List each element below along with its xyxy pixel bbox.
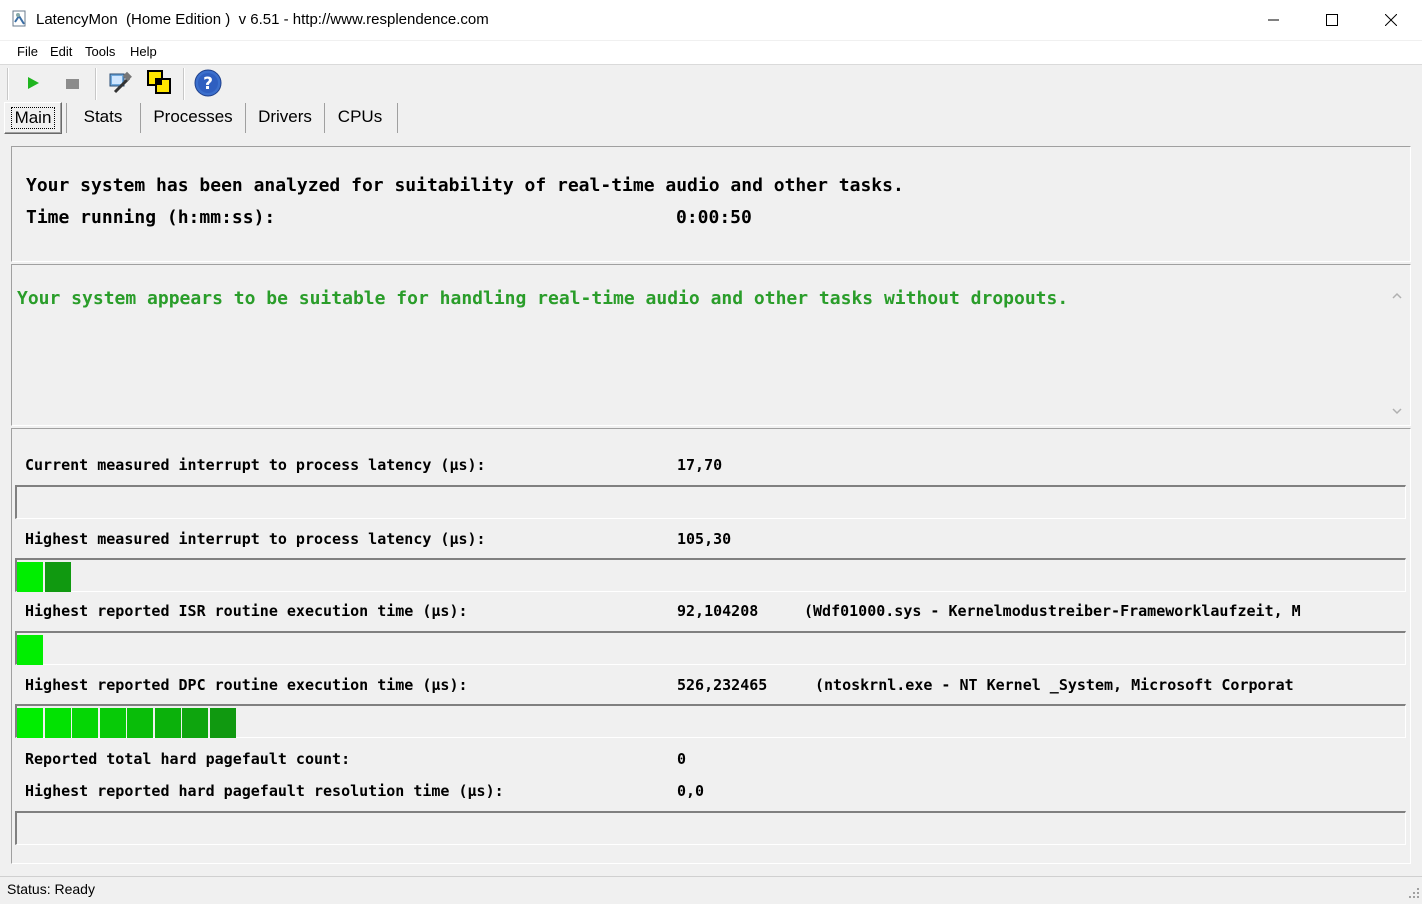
time-running-value: 0:00:50 (676, 207, 752, 228)
tab-separator (66, 103, 67, 133)
svg-text:?: ? (203, 74, 213, 94)
tab-processes-label: Processes (153, 107, 233, 126)
tab-main-label: Main (10, 107, 56, 129)
analyze-button[interactable] (106, 69, 134, 97)
meter-segment (127, 708, 153, 738)
pagefault-time-bar (15, 811, 1406, 845)
tab-stats[interactable]: Stats (72, 102, 134, 132)
meter-segment (44, 562, 71, 592)
tab-separator (324, 103, 325, 133)
menu-edit[interactable]: Edit (50, 44, 72, 59)
menu-help-label: Help (130, 44, 157, 59)
scroll-down-icon (1392, 408, 1402, 415)
menu-edit-label: Edit (50, 44, 73, 59)
current-latency-bar (15, 485, 1406, 519)
play-icon (28, 77, 39, 89)
meter-segment (72, 708, 98, 738)
isr-value: 92,104208 (677, 602, 759, 620)
help-button[interactable]: ? (194, 69, 222, 97)
summary-text: Your system has been analyzed for suitab… (26, 175, 904, 196)
highest-latency-bar (15, 558, 1406, 592)
summary-panel (11, 146, 1411, 262)
dpc-bar (15, 704, 1406, 738)
toolbar-separator (95, 68, 97, 100)
tab-drivers-label: Drivers (258, 107, 312, 126)
stop-button[interactable] (58, 69, 86, 97)
windows-icon (147, 70, 171, 94)
windows-button[interactable] (146, 69, 174, 97)
menu-file[interactable]: File (17, 44, 38, 59)
close-button[interactable] (1362, 0, 1420, 40)
tab-separator (140, 103, 141, 133)
help-icon: ? (194, 69, 222, 97)
verdict-text: Your system appears to be suitable for h… (17, 288, 1069, 309)
maximize-button[interactable] (1303, 0, 1361, 40)
pagefault-count-label: Reported total hard pagefault count: (25, 750, 351, 768)
pagefault-time-label: Highest reported hard pagefault resoluti… (25, 782, 504, 800)
verdict-scrollbar[interactable] (1388, 286, 1406, 420)
menu-bar (0, 40, 1422, 65)
isr-driver: (Wdf01000.sys - Kernelmodustreiber-Frame… (804, 602, 1301, 620)
window-title: LatencyMon (Home Edition ) v 6.51 - http… (36, 11, 489, 28)
isr-bar (15, 631, 1406, 665)
pagefault-time-value: 0,0 (677, 782, 705, 800)
tab-stats-label: Stats (83, 107, 123, 126)
status-bar (0, 876, 1422, 901)
tab-main[interactable]: Main (4, 102, 62, 134)
time-running-label: Time running (h:mm:ss): (26, 207, 276, 228)
meter-segment (17, 562, 43, 592)
menu-tools-label: Tools (85, 44, 116, 59)
stop-icon (66, 79, 79, 89)
app-icon (12, 10, 28, 28)
tab-cpus-label: CPUs (337, 107, 383, 126)
meter-segment (209, 708, 236, 738)
meter-segment (99, 708, 126, 738)
tab-separator (245, 103, 246, 133)
scroll-up-icon (1392, 292, 1402, 299)
meter-segment (17, 635, 43, 665)
tab-separator (397, 103, 398, 133)
highest-latency-label: Highest measured interrupt to process la… (25, 530, 486, 548)
hammer-icon (109, 71, 132, 94)
minimize-button[interactable] (1245, 0, 1303, 40)
pagefault-count-value: 0 (677, 750, 687, 768)
meter-segment (154, 708, 181, 738)
dpc-value: 526,232465 (677, 676, 768, 694)
meter-segment (17, 708, 43, 738)
dpc-driver: (ntoskrnl.exe - NT Kernel _System, Micro… (815, 676, 1294, 694)
tab-drivers[interactable]: Drivers (250, 102, 320, 132)
toolbar-separator-2 (183, 68, 185, 100)
current-latency-value: 17,70 (677, 456, 723, 474)
resize-grip[interactable] (1408, 886, 1420, 898)
status-text: Status: Ready (7, 881, 95, 897)
meter-segment (44, 708, 71, 738)
current-latency-label: Current measured interrupt to process la… (25, 456, 486, 474)
tab-processes[interactable]: Processes (146, 102, 240, 132)
toolbar-grip (7, 68, 9, 100)
meter-segment (182, 708, 208, 738)
highest-latency-value: 105,30 (677, 530, 732, 548)
tab-cpus[interactable]: CPUs (330, 102, 390, 132)
menu-help[interactable]: Help (130, 44, 157, 59)
isr-label: Highest reported ISR routine execution t… (25, 602, 468, 620)
menu-file-label: File (17, 44, 38, 59)
start-button[interactable] (19, 69, 47, 97)
menu-tools[interactable]: Tools (85, 44, 115, 59)
dpc-label: Highest reported DPC routine execution t… (25, 676, 468, 694)
